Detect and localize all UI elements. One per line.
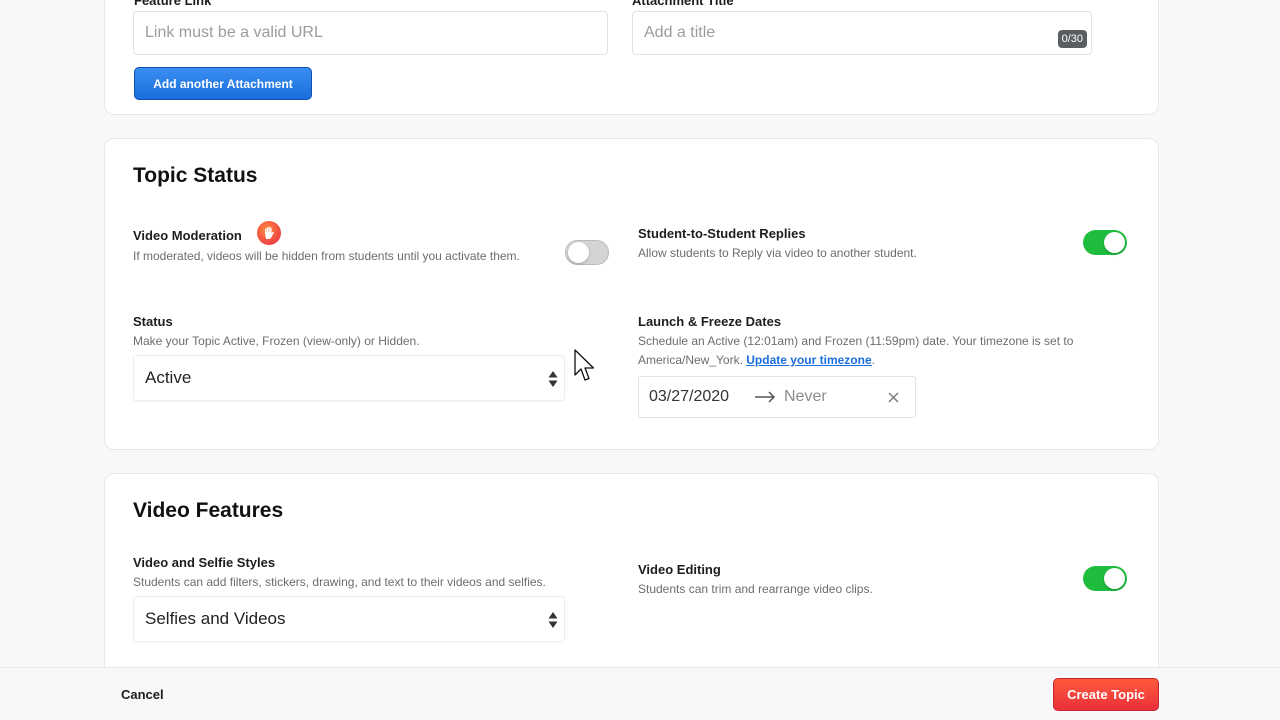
selfie-styles-value: Selfies and Videos <box>145 609 286 628</box>
toggle-knob <box>1104 232 1125 253</box>
clear-icon[interactable] <box>888 392 899 403</box>
select-arrows-icon <box>548 612 558 628</box>
student-replies-description: Allow students to Reply via video to ano… <box>638 246 917 260</box>
toggle-knob <box>1104 568 1125 589</box>
add-attachment-button[interactable]: Add another Attachment <box>134 67 312 100</box>
dates-description: Schedule an Active (12:01am) and Frozen … <box>638 332 1093 370</box>
feature-link-label: Feature Link <box>134 0 212 8</box>
date-range-picker: 03/27/2020 Never <box>638 376 916 418</box>
video-editing-label: Video Editing <box>638 562 721 577</box>
select-arrows-icon <box>548 371 558 387</box>
dates-description-end: . <box>871 353 875 367</box>
feature-link-input[interactable]: Link must be a valid URL <box>133 11 608 55</box>
status-select-value: Active <box>145 368 192 387</box>
arrow-right-icon <box>755 391 776 403</box>
attachment-title-placeholder: Add a title <box>644 24 716 41</box>
selfie-styles-label: Video and Selfie Styles <box>133 555 276 570</box>
selfie-styles-description: Students can add filters, stickers, draw… <box>133 575 546 589</box>
dates-label: Launch & Freeze Dates <box>638 314 782 329</box>
video-moderation-label: Video Moderation <box>133 228 242 243</box>
create-topic-button[interactable]: Create Topic <box>1053 678 1159 711</box>
video-moderation-toggle[interactable] <box>565 240 609 265</box>
mouse-cursor-icon <box>574 349 595 381</box>
video-editing-description: Students can trim and rearrange video cl… <box>638 582 873 596</box>
topic-status-card: Topic Status Video Moderation If moderat… <box>104 138 1159 450</box>
status-label: Status <box>133 314 173 329</box>
topic-status-title: Topic Status <box>133 164 258 187</box>
student-replies-label: Student-to-Student Replies <box>638 226 806 241</box>
raised-hand-icon <box>257 221 281 245</box>
feature-link-placeholder: Link must be a valid URL <box>145 24 323 41</box>
update-timezone-link[interactable]: Update your timezone <box>746 353 871 367</box>
video-editing-toggle[interactable] <box>1083 566 1127 591</box>
status-description: Make your Topic Active, Frozen (view-onl… <box>133 334 420 348</box>
student-replies-toggle[interactable] <box>1083 230 1127 255</box>
status-select[interactable]: Active <box>133 355 565 401</box>
video-features-title: Video Features <box>133 499 284 522</box>
attachment-title-input[interactable]: Add a title 0/30 <box>632 11 1092 55</box>
attachment-title-label: Attachment Title <box>632 0 734 8</box>
attachment-title-counter: 0/30 <box>1057 30 1087 48</box>
video-moderation-description: If moderated, videos will be hidden from… <box>133 249 520 263</box>
toggle-knob <box>568 242 589 263</box>
attachments-card: Feature Link Link must be a valid URL At… <box>104 0 1159 115</box>
footer-bar: Cancel Create Topic <box>0 667 1280 720</box>
cancel-button[interactable]: Cancel <box>121 687 164 702</box>
selfie-styles-select[interactable]: Selfies and Videos <box>133 596 565 642</box>
freeze-date-input[interactable]: Never <box>784 388 827 406</box>
launch-date-input[interactable]: 03/27/2020 <box>649 388 729 406</box>
